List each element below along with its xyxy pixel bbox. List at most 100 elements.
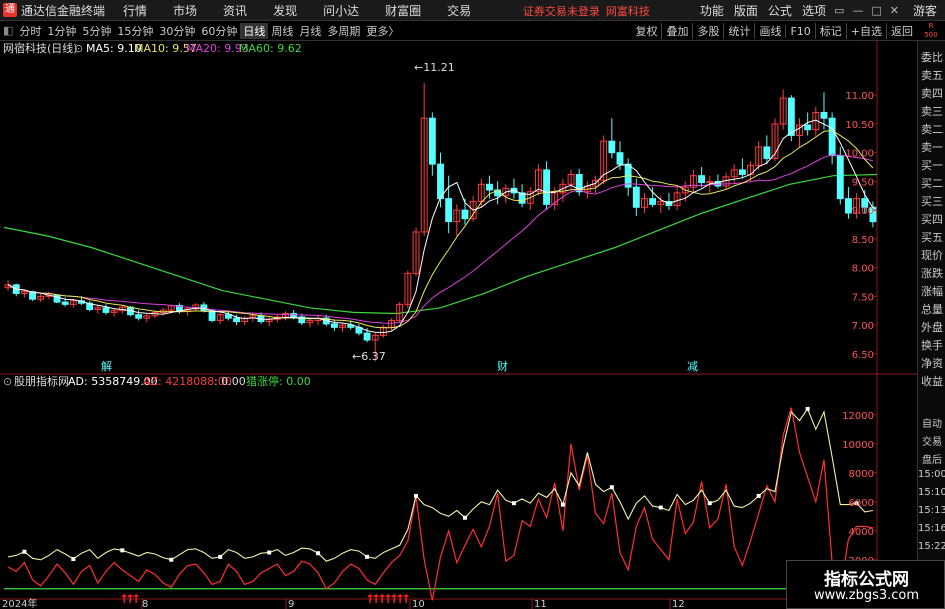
quote-panel-item[interactable]: 外盘: [918, 319, 945, 335]
quote-panel-item[interactable]: 总量: [918, 301, 945, 317]
close-icon[interactable]: ✕: [890, 4, 899, 17]
adjust-button[interactable]: 复权: [631, 23, 661, 39]
period-tab-60min[interactable]: 60分钟: [198, 23, 240, 39]
quote-panel-item[interactable]: 15:10: [918, 487, 945, 498]
window-icon[interactable]: ▭: [834, 4, 844, 17]
ad-marker: [805, 406, 810, 411]
watermark-url: www.zbgs3.com: [813, 588, 920, 603]
quote-panel-item[interactable]: 换手: [918, 337, 945, 353]
quote-panel-item[interactable]: 自动: [918, 415, 945, 430]
quote-panel-item[interactable]: 买一: [918, 157, 945, 173]
quote-panel-item[interactable]: 15:00: [918, 469, 945, 480]
sidebar-toggle-icon[interactable]: ◧: [0, 24, 16, 37]
x-label-aug: 8: [142, 599, 148, 609]
ad-marker: [71, 557, 76, 562]
period-tab-timeshare[interactable]: 分时: [16, 23, 44, 39]
event-marker-unlock[interactable]: 解: [101, 359, 112, 373]
candle-body: [428, 117, 436, 165]
quote-panel-item[interactable]: 涨跌: [918, 265, 945, 281]
event-marker-finance[interactable]: 财: [497, 359, 508, 373]
r500-badge[interactable]: R 500: [917, 21, 945, 41]
period-tab-daily[interactable]: 日线: [240, 22, 269, 39]
quote-panel-item[interactable]: 现价: [918, 247, 945, 263]
menu-trade[interactable]: 交易: [447, 2, 471, 19]
quote-panel-item[interactable]: 卖一: [918, 139, 945, 155]
quote-panel-item[interactable]: 15:13: [918, 505, 945, 516]
quote-panel-item[interactable]: 15:22: [918, 541, 945, 552]
high-price-value: 11.21: [423, 61, 455, 74]
quote-panel-item[interactable]: 15:16: [918, 523, 945, 534]
menu-market[interactable]: 市场: [173, 2, 197, 19]
menu-formula[interactable]: 公式: [768, 2, 792, 19]
quote-panel-item[interactable]: 交易: [918, 433, 945, 448]
period-tab-1min[interactable]: 1分钟: [44, 23, 79, 39]
menu-options[interactable]: 选项: [802, 2, 826, 19]
quote-panel-item[interactable]: 收益: [918, 373, 945, 389]
menu-wealth[interactable]: 财富圈: [385, 2, 421, 19]
multi-stock-button[interactable]: 多股: [692, 23, 723, 39]
indicator-settings-icon[interactable]: ⊙: [3, 375, 12, 388]
candle-body: [543, 169, 551, 205]
ad-marker: [756, 493, 761, 498]
minimize-icon[interactable]: —: [852, 4, 863, 17]
period-tab-multi[interactable]: 多周期: [324, 23, 363, 39]
period-tab-more[interactable]: 更多〉: [363, 23, 402, 39]
chart-area[interactable]: ↑↑↑ ↑↑↑↑↑↑↑ 6.507.007.508.008.509.009.501…: [0, 41, 917, 609]
stock-name-label[interactable]: 网宿科技(日线): [3, 41, 78, 55]
quote-panel-item[interactable]: 涨幅: [918, 283, 945, 299]
quote-panel-item[interactable]: 卖二: [918, 121, 945, 137]
quote-panel-item[interactable]: 卖五: [918, 67, 945, 83]
period-tab-5min[interactable]: 5分钟: [79, 23, 114, 39]
indicator-group: ↑↑↑ ↑↑↑↑↑↑↑: [4, 406, 874, 606]
quote-panel-item[interactable]: 买二: [918, 175, 945, 191]
y-tick-label: 9.50: [852, 177, 874, 188]
draw-line-button[interactable]: 画线: [754, 23, 785, 39]
period-tab-15min[interactable]: 15分钟: [114, 23, 156, 39]
quote-panel-item[interactable]: 盘后: [918, 451, 945, 466]
quote-panel-item[interactable]: 卖四: [918, 85, 945, 101]
y-tick-label: 11.00: [845, 91, 874, 102]
ad-marker: [365, 554, 370, 559]
quote-panel-item[interactable]: 净资: [918, 355, 945, 371]
quote-panel-item[interactable]: 买三: [918, 193, 945, 209]
ad-marker: [658, 505, 663, 510]
ad-marker: [267, 550, 272, 555]
f10-button[interactable]: F10: [785, 24, 814, 38]
quote-panel-item[interactable]: 买四: [918, 211, 945, 227]
ad-marker: [22, 549, 27, 554]
period-tab-monthly[interactable]: 月线: [296, 23, 324, 39]
event-marker-reduce[interactable]: 减: [687, 360, 698, 373]
quote-panel-item[interactable]: 卖三: [918, 103, 945, 119]
statistics-button[interactable]: 统计: [723, 23, 754, 39]
candle-body: [828, 117, 836, 157]
limit-up-legend: 猎涨停: 0.00: [246, 374, 311, 388]
period-tab-weekly[interactable]: 周线: [268, 23, 296, 39]
mark-button[interactable]: 标记: [814, 23, 846, 39]
period-tab-30min[interactable]: 30分钟: [156, 23, 198, 39]
menu-layout[interactable]: 版面: [734, 2, 758, 19]
menu-function[interactable]: 功能: [700, 2, 724, 19]
menu-ask[interactable]: 问小达: [323, 2, 359, 19]
legend-dropdown-icon[interactable]: ⊙: [74, 42, 83, 55]
ad-marker: [511, 501, 516, 506]
maximize-icon[interactable]: □: [871, 4, 881, 17]
menu-discover[interactable]: 发现: [273, 2, 297, 19]
quote-panel-item[interactable]: 委比: [918, 49, 945, 65]
watermark-title: 指标公式网: [824, 570, 909, 590]
trade-login-notice[interactable]: 证券交易未登录: [523, 3, 600, 19]
back-button[interactable]: 返回: [886, 23, 917, 39]
quote-panel-item[interactable]: 买五: [918, 229, 945, 245]
ind-y-tick-label: 12000: [842, 411, 874, 422]
add-watchlist-button[interactable]: +自选: [845, 23, 886, 39]
ad-line: [7, 407, 873, 562]
menu-quotes[interactable]: 行情: [123, 2, 147, 19]
stock-notice[interactable]: 网富科技: [606, 3, 650, 19]
user-guest[interactable]: 游客: [913, 2, 937, 19]
period-toolbar: ◧ 分时 1分钟 5分钟 15分钟 30分钟 60分钟 日线 周线 月线 多周期…: [0, 21, 945, 41]
ad-marker: [462, 515, 467, 520]
indicator-name-label[interactable]: 股朋指标网: [14, 374, 69, 388]
menu-news[interactable]: 资讯: [223, 2, 247, 19]
ma60-legend: MA60: 9.62: [239, 42, 302, 55]
candle-body: [836, 155, 844, 200]
overlay-button[interactable]: 叠加: [661, 23, 692, 39]
